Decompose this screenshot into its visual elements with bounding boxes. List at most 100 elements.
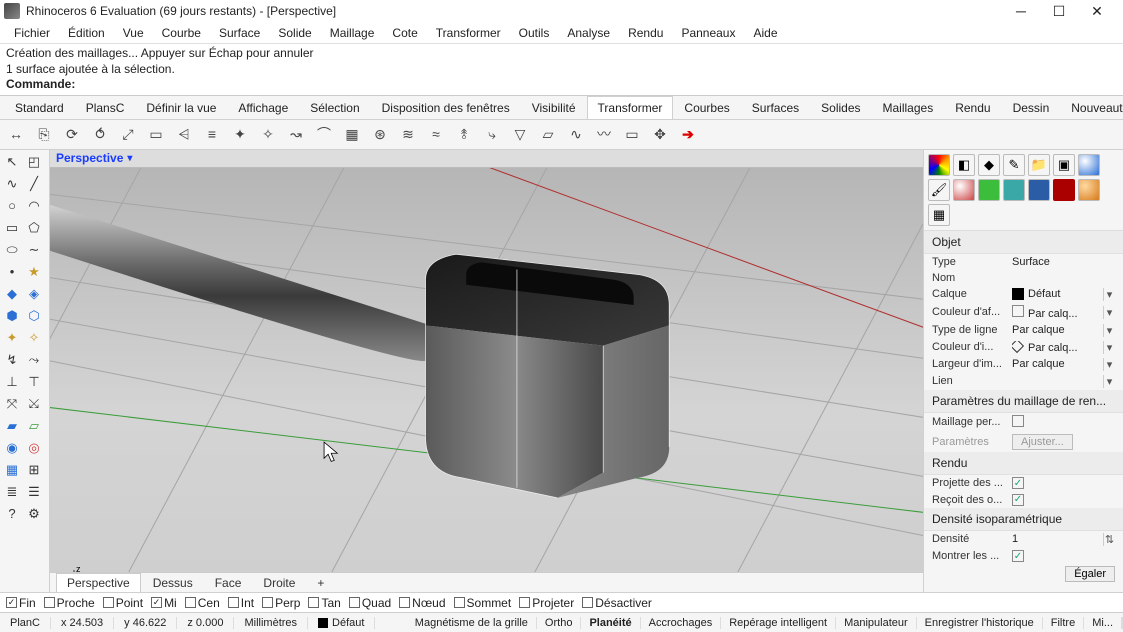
osnap-point[interactable]: Point xyxy=(103,596,143,610)
lasso-icon[interactable]: ◰ xyxy=(24,152,44,172)
status-rep-rage-intelligent[interactable]: Repérage intelligent xyxy=(721,617,836,629)
viewport-perspective[interactable]: z x y xyxy=(50,168,923,572)
camera-icon[interactable] xyxy=(1053,179,1075,201)
status-plane[interactable]: PlanC xyxy=(0,617,51,629)
point-icon[interactable]: • xyxy=(2,262,22,282)
ligne-dropdown-icon[interactable]: ▾ xyxy=(1103,324,1115,337)
status-ortho[interactable]: Ortho xyxy=(537,617,582,629)
tab-maillages[interactable]: Maillages xyxy=(872,96,945,119)
flow-icon[interactable]: 〰 xyxy=(594,124,614,144)
polygon-icon[interactable]: ⬠ xyxy=(24,218,44,238)
rect-icon[interactable]: ▭ xyxy=(2,218,22,238)
menu-outils[interactable]: Outils xyxy=(511,24,558,42)
osnap-sommet[interactable]: Sommet xyxy=(454,596,512,610)
menu-analyse[interactable]: Analyse xyxy=(559,24,618,42)
osnap-projeter[interactable]: Projeter xyxy=(519,596,574,610)
close-button[interactable]: ✕ xyxy=(1083,3,1111,20)
status-plan-it-[interactable]: Planéité xyxy=(581,617,640,629)
mirror-icon[interactable]: ⩤ xyxy=(174,124,194,144)
taper-icon[interactable]: ▽ xyxy=(510,124,530,144)
viewport-dropdown-icon[interactable]: ▾ xyxy=(127,153,132,164)
align-icon[interactable]: ≡ xyxy=(202,124,222,144)
menu-aide[interactable]: Aide xyxy=(745,24,785,42)
densite-stepper-icon[interactable]: ⇅ xyxy=(1103,533,1115,546)
mesh-icon[interactable]: ✦ xyxy=(2,328,22,348)
menu-édition[interactable]: Édition xyxy=(60,24,113,42)
orient-surface-icon[interactable]: ⌒ xyxy=(314,124,334,144)
osnap-tan[interactable]: Tan xyxy=(308,596,340,610)
menu-solide[interactable]: Solide xyxy=(270,24,319,42)
status-manipulateur[interactable]: Manipulateur xyxy=(836,617,917,629)
minimize-button[interactable]: ─ xyxy=(1007,3,1035,20)
command-input[interactable] xyxy=(79,77,1117,93)
osnap-mi[interactable]: ✓Mi xyxy=(151,596,177,610)
orient-3pt-icon[interactable]: ✧ xyxy=(258,124,278,144)
smooth-icon[interactable]: ∿ xyxy=(566,124,586,144)
transform-icon[interactable]: ↯ xyxy=(2,350,22,370)
vp-tab-face[interactable]: Face xyxy=(205,574,252,592)
surface2-icon[interactable]: ◈ xyxy=(24,284,44,304)
line-icon[interactable]: ╱ xyxy=(24,174,44,194)
status-filtre[interactable]: Filtre xyxy=(1043,617,1084,629)
surface-icon[interactable]: ◆ xyxy=(2,284,22,304)
vp-tab-dessus[interactable]: Dessus xyxy=(143,574,203,592)
checkbox-montrer[interactable]: ✓ xyxy=(1012,550,1024,562)
checkbox-projette[interactable]: ✓ xyxy=(1012,477,1024,489)
vp-tab-add[interactable]: + xyxy=(307,574,334,592)
osnap-proche[interactable]: Proche xyxy=(44,596,95,610)
tab-visibilité[interactable]: Visibilité xyxy=(521,96,587,119)
menu-surface[interactable]: Surface xyxy=(211,24,268,42)
ajuster-button[interactable]: Ajuster... xyxy=(1012,434,1073,450)
viewport-title[interactable]: Perspective ▾ xyxy=(50,150,923,168)
menu-transformer[interactable]: Transformer xyxy=(428,24,509,42)
blend-icon[interactable]: ⤳ xyxy=(24,350,44,370)
polyline-icon[interactable]: ∿ xyxy=(2,174,22,194)
scale-icon[interactable]: ⤢ xyxy=(118,124,138,144)
value-ligne[interactable]: Par calque xyxy=(1012,324,1103,336)
osnap-nœud[interactable]: Nœud xyxy=(399,596,445,610)
osnap-fin[interactable]: ✓Fin xyxy=(6,596,36,610)
tab-affichage[interactable]: Affichage xyxy=(227,96,299,119)
layers-icon[interactable]: ◧ xyxy=(953,154,975,176)
tab-disposition-des-fenêtres[interactable]: Disposition des fenêtres xyxy=(371,96,521,119)
rotate3d-icon[interactable]: ⥀ xyxy=(90,124,110,144)
egaler-button[interactable]: Égaler xyxy=(1065,566,1115,582)
status-units[interactable]: Millimètres xyxy=(234,617,308,629)
menu-rendu[interactable]: Rendu xyxy=(620,24,671,42)
array-surface-icon[interactable]: ≈ xyxy=(426,124,446,144)
bend-icon[interactable]: ⤷ xyxy=(482,124,502,144)
tab-surfaces[interactable]: Surfaces xyxy=(741,96,810,119)
vp-tab-droite[interactable]: Droite xyxy=(253,574,305,592)
grid-icon[interactable]: ▦ xyxy=(2,460,22,480)
layer-icon[interactable]: ≣ xyxy=(2,482,22,502)
couli-dropdown-icon[interactable]: ▾ xyxy=(1103,341,1115,354)
status-layer[interactable]: Défaut xyxy=(308,617,375,629)
shear-icon[interactable]: ▱ xyxy=(538,124,558,144)
status-enregistrer-l-historique[interactable]: Enregistrer l'historique xyxy=(917,617,1043,629)
tab-plansc[interactable]: PlansC xyxy=(75,96,136,119)
props-icon[interactable]: ☰ xyxy=(24,482,44,502)
status-magn-tisme-de-la-grille[interactable]: Magnétisme de la grille xyxy=(407,617,537,629)
maximize-button[interactable]: ☐ xyxy=(1045,3,1073,20)
render-icon[interactable]: ◆ xyxy=(978,154,1000,176)
menu-vue[interactable]: Vue xyxy=(115,24,152,42)
circle-icon[interactable]: ○ xyxy=(2,196,22,216)
tab-courbes[interactable]: Courbes xyxy=(673,96,740,119)
display-icon[interactable]: ✎ xyxy=(1003,154,1025,176)
move-icon[interactable]: ↔ xyxy=(6,124,26,144)
sun-icon[interactable] xyxy=(1003,179,1025,201)
osnap-désactiver[interactable]: Désactiver xyxy=(582,596,652,610)
tab-solides[interactable]: Solides xyxy=(810,96,871,119)
lien-dropdown-icon[interactable]: ▾ xyxy=(1103,375,1115,388)
tab-standard[interactable]: Standard xyxy=(4,96,75,119)
menu-cote[interactable]: Cote xyxy=(384,24,425,42)
menu-courbe[interactable]: Courbe xyxy=(154,24,209,42)
status-mi-[interactable]: Mi... xyxy=(1084,617,1122,629)
libraries-icon[interactable]: 📁 xyxy=(1028,154,1050,176)
tab-transformer[interactable]: Transformer xyxy=(587,96,674,119)
calque-dropdown-icon[interactable]: ▾ xyxy=(1103,288,1115,301)
checkbox-recoit[interactable]: ✓ xyxy=(1012,494,1024,506)
array-curve-icon[interactable]: ≋ xyxy=(398,124,418,144)
couleur-dropdown-icon[interactable]: ▾ xyxy=(1103,306,1115,319)
osnap-perp[interactable]: Perp xyxy=(262,596,300,610)
